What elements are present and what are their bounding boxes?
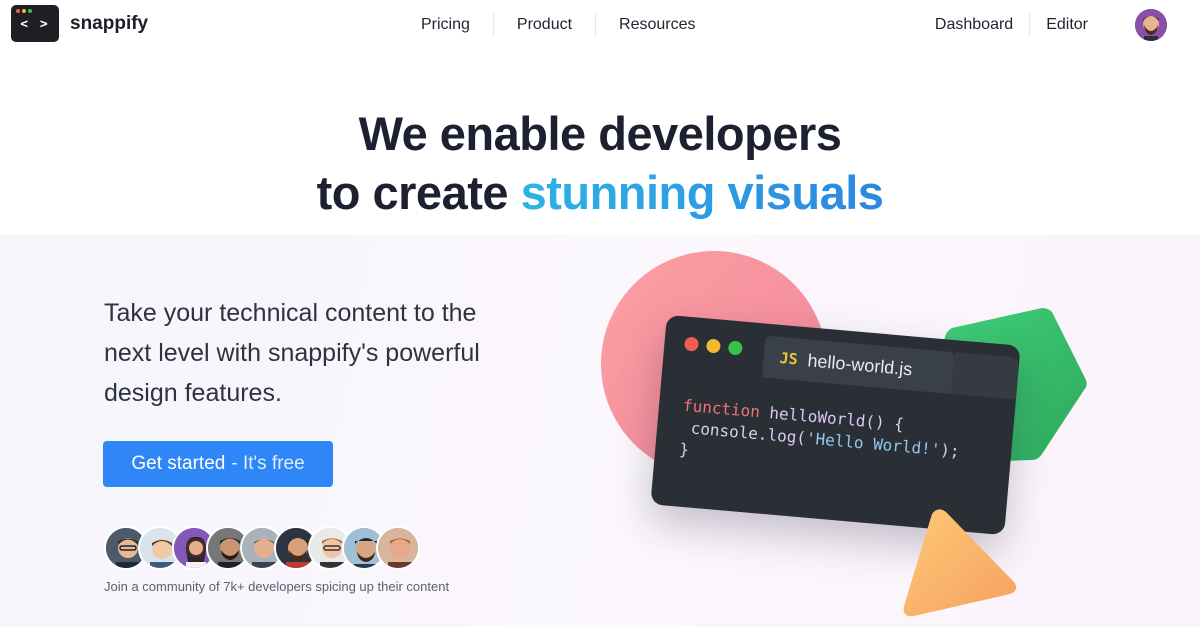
- file-tab: JS hello-world.js: [761, 335, 955, 394]
- window-controls: [683, 336, 743, 356]
- hero-illustration-shapes: [601, 251, 1087, 477]
- file-name: hello-world.js: [806, 349, 914, 379]
- javascript-file-icon: JS: [778, 348, 799, 369]
- tab-bar-filler: [951, 352, 1020, 400]
- maximize-dot-icon: [727, 340, 743, 356]
- minimize-dot-icon: [705, 338, 721, 354]
- code-block: function helloWorld() { console.log('Hel…: [678, 395, 962, 485]
- code-snippet-card: JS hello-world.js function helloWorld() …: [650, 314, 1021, 536]
- close-dot-icon: [683, 336, 700, 352]
